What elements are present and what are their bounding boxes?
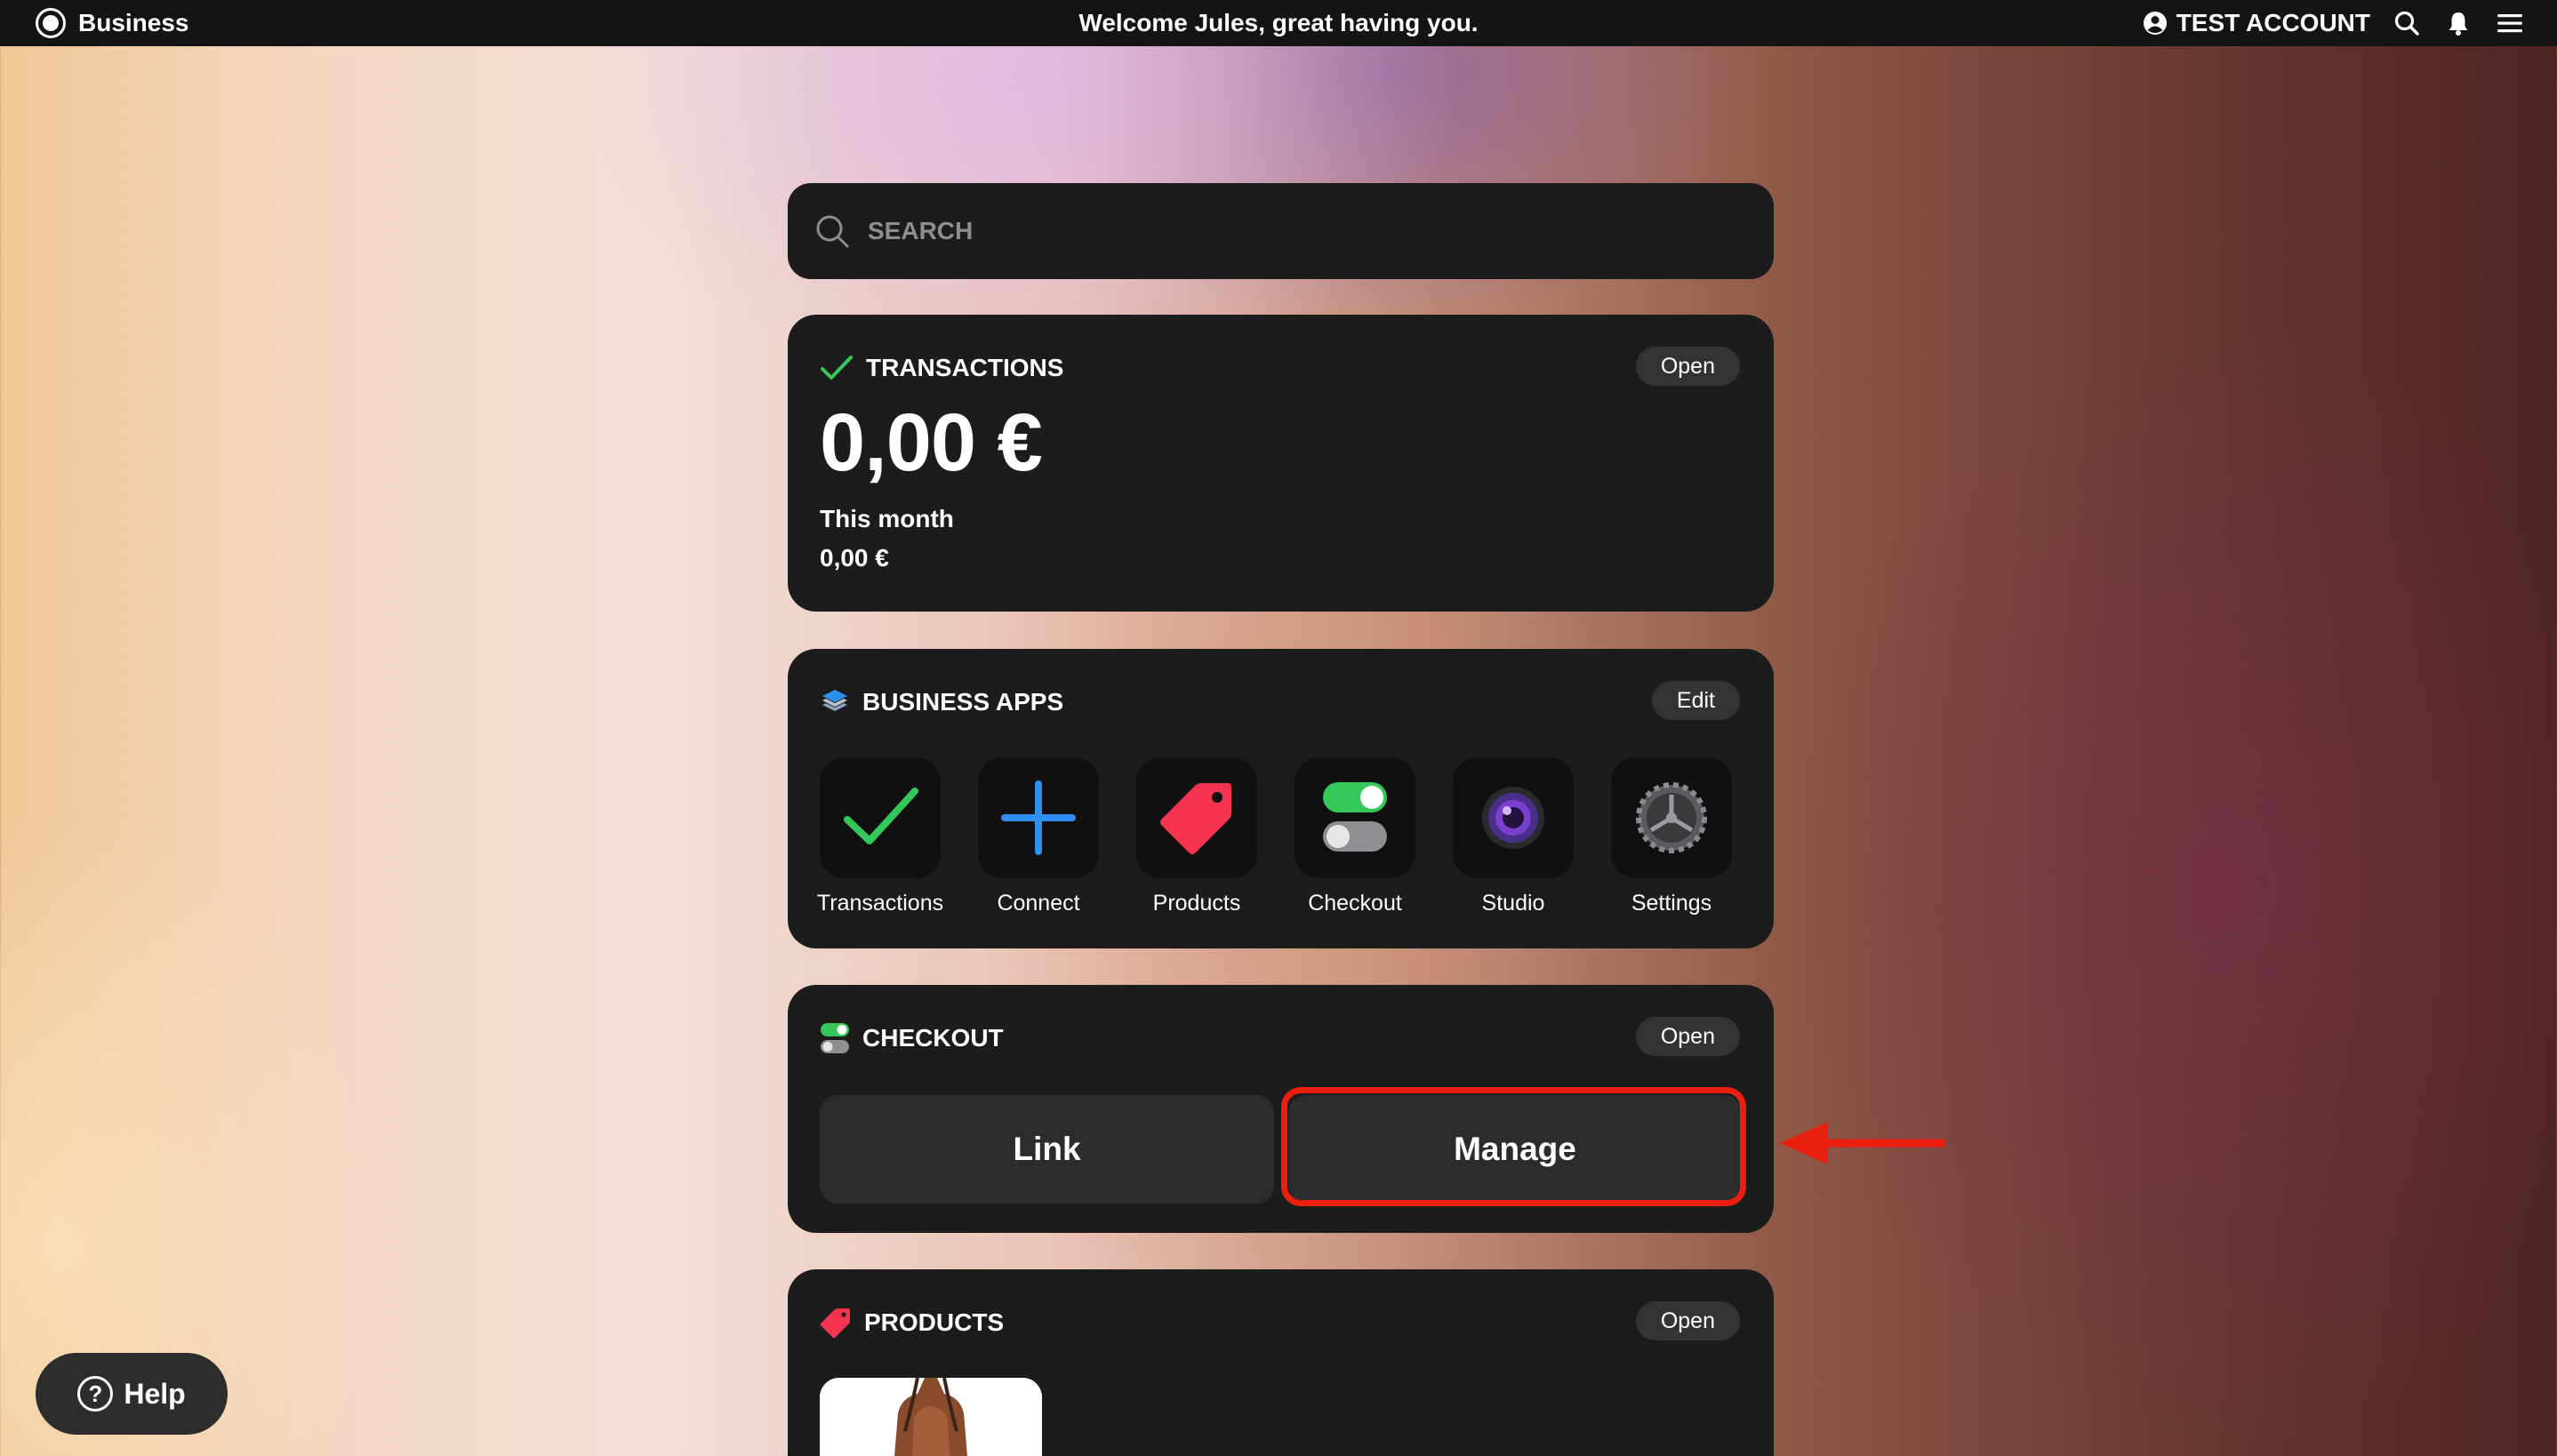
transactions-total-amount: 0,00 €	[820, 397, 1043, 488]
products-open-button[interactable]: Open	[1635, 1301, 1740, 1340]
app-tile	[1611, 757, 1732, 878]
period-value: 0,00 €	[820, 544, 889, 572]
app-settings[interactable]: Settings	[1611, 757, 1732, 916]
transactions-open-button[interactable]: Open	[1635, 347, 1740, 386]
help-label: Help	[124, 1377, 186, 1410]
checkout-title: CHECKOUT	[820, 1022, 1004, 1054]
notifications-button[interactable]	[2443, 8, 2473, 38]
business-apps-edit-button[interactable]: Edit	[1651, 681, 1740, 720]
business-apps-widget: BUSINESS APPS Edit Transactions Connect	[788, 649, 1774, 948]
app-connect[interactable]: Connect	[978, 757, 1099, 916]
search-bar[interactable]	[788, 183, 1774, 279]
app-transactions[interactable]: Transactions	[816, 757, 944, 916]
account-name: TEST ACCOUNT	[2176, 9, 2370, 36]
checkmark-icon	[821, 356, 853, 380]
bell-icon	[2449, 12, 2468, 36]
layers-icon	[822, 690, 847, 711]
app-tile	[820, 757, 941, 878]
search-icon	[816, 215, 849, 248]
app-label: Products	[1152, 891, 1241, 916]
apps-grid: Transactions Connect Products Checkout S…	[816, 757, 1732, 916]
product-bag-image	[820, 1378, 1042, 1456]
toggle-icon	[821, 1023, 849, 1053]
transactions-title-text: TRANSACTIONS	[866, 354, 1064, 381]
brand[interactable]: Business	[36, 0, 189, 46]
tag-icon	[820, 1308, 850, 1339]
app-studio[interactable]: Studio	[1453, 757, 1574, 916]
checkout-title-text: CHECKOUT	[862, 1024, 1004, 1052]
app-products[interactable]: Products	[1136, 757, 1257, 916]
app-label: Studio	[1481, 891, 1545, 916]
app-label: Transactions	[816, 891, 944, 916]
annotation-arrow-icon	[1780, 1122, 1945, 1164]
app-label: Connect	[997, 891, 1080, 916]
camera-lens-icon	[1482, 787, 1544, 849]
account-button[interactable]: TEST ACCOUNT	[2143, 9, 2370, 37]
plus-icon	[1001, 780, 1076, 855]
app-checkout[interactable]: Checkout	[1295, 757, 1415, 916]
checkout-header: CHECKOUT Open	[820, 985, 1740, 1092]
checkmark-icon	[844, 788, 918, 844]
checkout-open-button[interactable]: Open	[1635, 1017, 1740, 1056]
search-button[interactable]	[2392, 8, 2422, 38]
brand-name: Business	[78, 9, 189, 36]
toggle-icon	[1323, 782, 1387, 852]
app-tile	[1295, 757, 1415, 878]
app-tile	[1453, 757, 1574, 878]
app-tile	[978, 757, 1099, 878]
products-title-text: PRODUCTS	[864, 1308, 1005, 1336]
checkout-widget: CHECKOUT Open Link Manage	[788, 985, 1774, 1233]
period-label: This month	[820, 505, 954, 532]
transactions-widget: TRANSACTIONS Open 0,00 € This month 0,00…	[788, 315, 1774, 612]
products-header: PRODUCTS Open	[820, 1269, 1740, 1376]
checkout-link-button[interactable]: Link	[820, 1095, 1274, 1204]
product-thumbnail[interactable]	[820, 1378, 1042, 1456]
app-label: Settings	[1631, 891, 1712, 916]
search-input[interactable]	[868, 217, 1668, 245]
menu-button[interactable]	[2495, 8, 2525, 38]
question-mark-icon: ?	[77, 1376, 114, 1412]
app-label: Checkout	[1308, 891, 1402, 916]
app-tile	[1136, 757, 1257, 878]
tag-icon	[1160, 783, 1231, 854]
checkout-manage-button[interactable]: Manage	[1288, 1095, 1742, 1204]
top-bar: Business Welcome Jules, great having you…	[0, 0, 2557, 46]
transactions-title: TRANSACTIONS	[820, 354, 1063, 382]
user-icon	[2143, 12, 2167, 35]
business-apps-title: BUSINESS APPS	[820, 687, 1063, 717]
business-apps-title-text: BUSINESS APPS	[862, 688, 1064, 716]
business-apps-header: BUSINESS APPS Edit	[820, 649, 1740, 756]
products-title: PRODUCTS	[820, 1307, 1004, 1339]
brand-logo-icon	[36, 8, 66, 38]
gear-icon	[1636, 782, 1707, 853]
search-icon	[2394, 11, 2419, 36]
top-right-actions: TEST ACCOUNT	[2143, 0, 2525, 46]
products-widget: PRODUCTS Open	[788, 1269, 1774, 1456]
help-button[interactable]: ? Help	[36, 1353, 228, 1435]
hamburger-menu-icon	[2497, 14, 2522, 33]
